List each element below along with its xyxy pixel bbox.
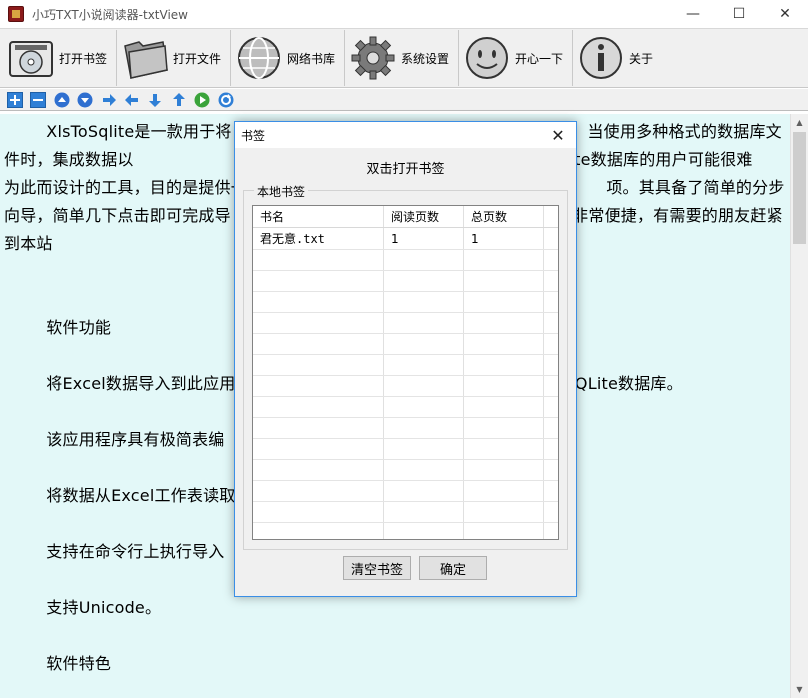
vertical-scrollbar[interactable]: ▲ ▼ bbox=[790, 114, 808, 698]
close-window-button[interactable]: ✕ bbox=[762, 0, 808, 28]
window-controls: — ☐ ✕ bbox=[670, 0, 808, 28]
empty-table-row bbox=[253, 292, 558, 313]
bookmark-name: 君无意.txt bbox=[253, 228, 384, 249]
bookmark-total-pages: 1 bbox=[464, 228, 544, 249]
bookmark-read-pages: 1 bbox=[384, 228, 464, 249]
title-bar: 小巧TXT小说阅读器-txtView — ☐ ✕ bbox=[0, 0, 808, 28]
online-library-label: 网络书库 bbox=[287, 51, 336, 66]
maximize-button[interactable]: ☐ bbox=[716, 0, 762, 28]
empty-table-row bbox=[253, 250, 558, 271]
reader-paragraph: 支持Unicode。 bbox=[4, 598, 162, 617]
bookmark-table[interactable]: 书名 阅读页数 总页数 君无意.txt 1 1 bbox=[252, 205, 559, 540]
empty-table-row bbox=[253, 439, 558, 460]
empty-table-row bbox=[253, 481, 558, 502]
window-title: 小巧TXT小说阅读器-txtView bbox=[32, 7, 188, 22]
table-header: 书名 阅读页数 总页数 bbox=[253, 206, 558, 228]
scroll-up-arrow-icon[interactable]: ▲ bbox=[791, 114, 808, 131]
clear-bookmarks-button[interactable]: 清空书签 bbox=[343, 556, 411, 580]
empty-table-row bbox=[253, 376, 558, 397]
have-fun-button[interactable]: 开心一下 bbox=[459, 30, 573, 86]
main-toolbar: 打开书签 打开文件 网络书库 系统设置 开心一下 关于 bbox=[0, 28, 808, 88]
navigation-toolbar bbox=[0, 89, 808, 111]
have-fun-label: 开心一下 bbox=[515, 51, 564, 66]
info-icon bbox=[577, 34, 625, 82]
empty-table-row bbox=[253, 271, 558, 292]
reader-paragraph: 软件特色 bbox=[4, 654, 112, 673]
bookmark-disk-icon bbox=[7, 34, 55, 82]
system-settings-label: 系统设置 bbox=[401, 51, 450, 66]
empty-table-row bbox=[253, 355, 558, 376]
scroll-down-icon[interactable] bbox=[76, 91, 94, 109]
zoom-in-icon[interactable] bbox=[6, 91, 24, 109]
about-button[interactable]: 关于 bbox=[573, 30, 663, 86]
system-settings-button[interactable]: 系统设置 bbox=[345, 30, 459, 86]
table-row[interactable]: 君无意.txt 1 1 bbox=[253, 228, 558, 250]
empty-table-row bbox=[253, 334, 558, 355]
globe-icon bbox=[235, 34, 283, 82]
scroll-down-arrow-icon[interactable]: ▼ bbox=[791, 681, 808, 698]
dialog-close-button[interactable]: ✕ bbox=[546, 124, 570, 146]
smiley-icon bbox=[463, 34, 511, 82]
ok-button[interactable]: 确定 bbox=[419, 556, 487, 580]
empty-table-row bbox=[253, 460, 558, 481]
empty-table-row bbox=[253, 313, 558, 334]
minimize-button[interactable]: — bbox=[670, 0, 716, 28]
open-bookmark-button[interactable]: 打开书签 bbox=[3, 30, 117, 86]
app-book-icon bbox=[8, 6, 24, 22]
refresh-icon[interactable] bbox=[217, 91, 235, 109]
next-icon[interactable] bbox=[100, 91, 118, 109]
previous-icon[interactable] bbox=[123, 91, 141, 109]
scrollbar-thumb[interactable] bbox=[793, 132, 806, 244]
open-file-label: 打开文件 bbox=[173, 51, 222, 66]
arrow-down-icon[interactable] bbox=[146, 91, 164, 109]
online-library-button[interactable]: 网络书库 bbox=[231, 30, 345, 86]
empty-table-row bbox=[253, 523, 558, 539]
open-file-button[interactable]: 打开文件 bbox=[117, 30, 231, 86]
column-header-read-pages[interactable]: 阅读页数 bbox=[384, 206, 464, 227]
arrow-up-icon[interactable] bbox=[170, 91, 188, 109]
dialog-title: 书签 bbox=[241, 128, 266, 143]
column-header-total-pages[interactable]: 总页数 bbox=[464, 206, 544, 227]
about-label: 关于 bbox=[629, 51, 654, 66]
folder-icon bbox=[121, 34, 169, 82]
gear-icon bbox=[349, 34, 397, 82]
column-header-name[interactable]: 书名 bbox=[253, 206, 384, 227]
scroll-up-icon[interactable] bbox=[53, 91, 71, 109]
group-label: 本地书签 bbox=[254, 183, 309, 200]
bookmark-dialog: 书签 ✕ 双击打开书签 本地书签 书名 阅读页数 总页数 君无意.txt 1 1… bbox=[234, 121, 577, 597]
dialog-title-bar: 书签 ✕ bbox=[235, 122, 576, 148]
open-bookmark-label: 打开书签 bbox=[59, 51, 108, 66]
empty-table-row bbox=[253, 502, 558, 523]
autoplay-icon[interactable] bbox=[193, 91, 211, 109]
empty-table-row bbox=[253, 397, 558, 418]
zoom-out-icon[interactable] bbox=[29, 91, 47, 109]
dialog-heading: 双击打开书签 bbox=[366, 162, 445, 177]
empty-table-row bbox=[253, 418, 558, 439]
